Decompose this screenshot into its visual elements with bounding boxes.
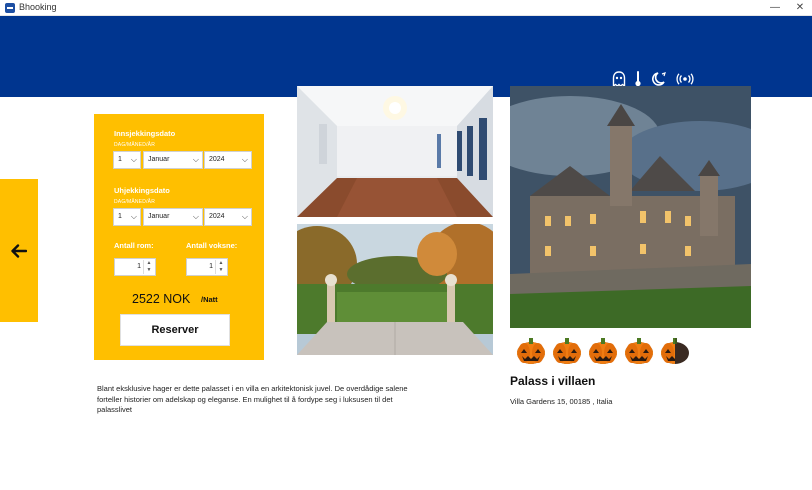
chevron-down-icon: ⌵ [241,155,248,164]
pumpkin-icon [587,334,619,371]
stepper-arrows[interactable]: ▲ ▼ [143,260,154,274]
checkout-year-value: 2024 [209,213,225,220]
stepper-arrows[interactable]: ▲ ▼ [215,260,226,274]
chevron-down-icon: ⌵ [192,155,199,164]
app-icon [5,3,15,13]
per-night-label: /Natt [201,295,218,304]
ballroom-photo[interactable] [297,86,493,217]
price-value: 2522 NOK [132,292,191,306]
checkin-day-value: 1 [118,156,122,163]
chevron-down-icon: ⌵ [130,155,137,164]
adults-value: 1 [209,263,213,270]
checkout-year-select[interactable]: 2024 ⌵ [204,208,252,226]
palace-photo[interactable] [510,86,751,328]
back-button[interactable] [0,179,38,322]
checkin-month-value: Januar [148,156,170,163]
rooms-value: 1 [137,263,141,270]
close-button[interactable]: ✕ [790,0,810,16]
minimize-button[interactable]: — [765,0,785,16]
rooms-label: Antall rom: [114,241,154,250]
hotel-address: Villa Gardens 15, 00185 , Italia [510,397,613,406]
checkout-month-select[interactable]: Januar ⌵ [143,208,203,226]
title-bar: Bhooking — ✕ [0,0,812,16]
pumpkin-icon [659,334,691,371]
checkin-year-value: 2024 [209,156,225,163]
rooms-stepper[interactable]: 1 ▲ ▼ [114,258,156,276]
checkout-format-hint: DAG/MÅNED/ÅR [114,199,156,205]
checkin-day-select[interactable]: 1 ⌵ [113,151,141,169]
checkin-format-hint: DAG/MÅNED/ÅR [114,142,156,148]
adults-label: Antall voksne: [186,241,238,250]
pumpkin-icon [515,334,547,371]
garden-photo[interactable] [297,224,493,355]
checkin-month-select[interactable]: Januar ⌵ [143,151,203,169]
reserve-button[interactable]: Reserver [120,314,230,346]
window-title: Bhooking [19,2,57,12]
checkout-day-select[interactable]: 1 ⌵ [113,208,141,226]
adults-stepper[interactable]: 1 ▲ ▼ [186,258,228,276]
rating [515,334,691,371]
arrow-left-icon [11,243,27,258]
header-band [0,16,812,97]
pumpkin-icon [623,334,655,371]
checkout-month-value: Januar [148,213,170,220]
chevron-down-icon: ⌵ [130,212,137,221]
checkout-label: Uhjekkingsdato [114,186,170,195]
pumpkin-icon [551,334,583,371]
hotel-name: Palass i villaen [510,374,596,388]
checkout-day-value: 1 [118,213,122,220]
checkin-year-select[interactable]: 2024 ⌵ [204,151,252,169]
chevron-down-icon: ⌵ [192,212,199,221]
booking-panel: Innsjekkingsdato DAG/MÅNED/ÅR 1 ⌵ Januar ⌵… [94,114,264,360]
hotel-description: Blant eksklusive hager er dette palasset… [97,384,408,414]
chevron-down-icon: ⌵ [241,212,248,221]
checkin-label: Innsjekkingsdato [114,129,176,138]
